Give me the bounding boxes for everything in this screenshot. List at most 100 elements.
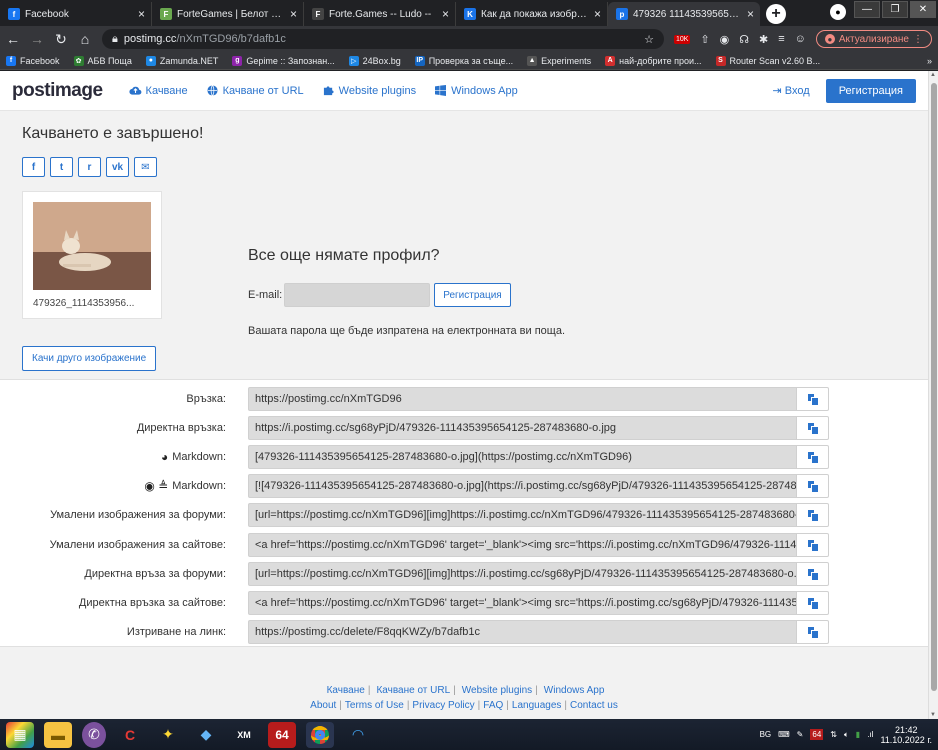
footer-link[interactable]: Website plugins [459, 685, 532, 696]
reload-button[interactable]: ↻ [54, 31, 68, 48]
ccleaner-icon[interactable]: C [116, 722, 144, 748]
footer-link[interactable]: Terms of Use [345, 700, 404, 711]
uploaded-image-thumbnail[interactable] [33, 202, 151, 290]
bookmark-item[interactable]: ▷ 24Box.bg [348, 55, 401, 66]
footer-link[interactable]: About [310, 700, 336, 711]
reading-list-icon[interactable]: ≡ [778, 33, 784, 45]
clock[interactable]: 21:42 11.10.2022 г. [880, 725, 932, 745]
extension-ublock-icon[interactable]: ◉ [720, 33, 730, 46]
upload-another-button[interactable]: Качи друго изображение [22, 346, 157, 371]
new-tab-button[interactable]: + [766, 4, 786, 24]
tab-close-icon[interactable]: × [747, 7, 754, 21]
footer-link[interactable]: Languages [512, 700, 562, 711]
extension-arrow-icon[interactable]: ⇧ [700, 33, 709, 46]
footer-link[interactable]: FAQ [483, 700, 503, 711]
tab-0[interactable]: f Facebook × [0, 2, 152, 26]
login-link[interactable]: ⇥ Вход [773, 84, 810, 97]
tab-close-icon[interactable]: × [138, 7, 145, 21]
file-explorer-icon[interactable]: ▬ [44, 721, 72, 748]
profile-avatar-icon[interactable]: ☺ [795, 33, 806, 45]
pen-icon[interactable]: ✎ [797, 730, 804, 739]
network-tray-icon[interactable]: ⇅ [830, 730, 837, 739]
nav-windows[interactable]: Windows App [434, 85, 518, 97]
page-scrollbar[interactable]: ▲ ▼ [928, 71, 938, 719]
copy-button[interactable] [797, 561, 829, 586]
copy-button[interactable] [797, 386, 829, 411]
close-window-button[interactable]: ✕ [910, 1, 936, 18]
bookmark-star-icon[interactable]: ☆ [644, 33, 654, 46]
volume-icon[interactable]: 🔈︎ [844, 730, 849, 740]
app-yellow-icon[interactable]: ✦ [154, 722, 182, 748]
scroll-up-icon[interactable]: ▲ [930, 72, 936, 78]
nav-cloud-upload[interactable]: Качване [128, 85, 188, 97]
nav-puzzle[interactable]: Website plugins [322, 85, 416, 97]
tab-3[interactable]: K Как да покажа изображен × [456, 2, 608, 26]
media-control-icon[interactable]: ● [830, 4, 846, 20]
scroll-down-icon[interactable]: ▼ [930, 712, 936, 718]
facebook-share-icon[interactable]: f [22, 157, 45, 177]
scrollbar-thumb[interactable] [931, 83, 937, 691]
tab-close-icon[interactable]: × [594, 7, 601, 21]
app-blue-icon[interactable]: ◆ [192, 722, 220, 748]
extension-10k-icon[interactable]: 10K [673, 34, 691, 44]
thumbnail-card[interactable]: 479326_1114353956... [22, 191, 162, 319]
copy-button[interactable] [797, 532, 829, 557]
bookmark-item[interactable]: ● Zamunda.NET [145, 55, 218, 66]
keyboard-icon[interactable]: ⌨ [778, 730, 790, 739]
email-register-button[interactable]: Регистрация [434, 283, 511, 307]
link-value-field[interactable]: https://postimg.cc/nXmTGD96 [248, 386, 797, 411]
vk-share-icon[interactable]: vk [106, 157, 129, 177]
footer-link[interactable]: Contact us [570, 700, 618, 711]
copy-button[interactable] [797, 620, 829, 645]
copy-button[interactable] [797, 444, 829, 469]
home-button[interactable]: ⌂ [78, 31, 92, 47]
chrome-taskbar-icon[interactable] [306, 721, 334, 748]
language-indicator[interactable]: BG [760, 730, 772, 739]
bookmarks-more-button[interactable]: » [927, 56, 932, 66]
battery-icon[interactable]: ▮ [856, 730, 860, 739]
tab-2[interactable]: F Forte.Games -- Ludo -- × [304, 2, 456, 26]
link-value-field[interactable]: [url=https://postimg.cc/nXmTGD96][img]ht… [248, 561, 797, 586]
tab-close-icon[interactable]: × [442, 7, 449, 21]
twitter-share-icon[interactable]: t [50, 157, 73, 177]
back-button[interactable]: ← [6, 31, 20, 47]
tab-1[interactable]: F ForteGames | Белот Играй × [152, 2, 304, 26]
signal-icon[interactable]: .ıl [867, 730, 873, 739]
link-value-field[interactable]: [479326-111435395654125-287483680-o.jpg]… [248, 444, 797, 469]
xm-player-icon[interactable]: XM [230, 722, 258, 748]
forward-button[interactable]: → [30, 31, 44, 47]
postimage-logo[interactable]: postimage [12, 80, 103, 102]
link-value-field[interactable]: [url=https://postimg.cc/nXmTGD96][img]ht… [248, 503, 797, 528]
header-register-button[interactable]: Регистрация [825, 78, 916, 103]
maximize-button[interactable]: ❐ [882, 1, 908, 18]
app-arc-icon[interactable]: ◠ [344, 722, 372, 748]
start-button-icon[interactable]: ▦ [6, 721, 34, 748]
bookmark-item[interactable]: f Facebook [6, 55, 60, 66]
copy-button[interactable] [797, 415, 829, 440]
link-value-field[interactable]: <a href='https://postimg.cc/nXmTGD96' ta… [248, 590, 797, 615]
footer-link[interactable]: Windows App [541, 685, 605, 696]
link-value-field[interactable]: [![479326-111435395654125-287483680-o.jp… [248, 474, 797, 499]
bookmark-item[interactable]: S Router Scan v2.60 B... [715, 55, 820, 66]
bookmark-item[interactable]: g Gepime :: Запознан... [232, 55, 335, 66]
bookmark-item[interactable]: IP Проверка за съще... [414, 55, 513, 66]
footer-link[interactable]: Качване [324, 685, 365, 696]
nav-globe[interactable]: Качване от URL [206, 85, 304, 97]
bookmark-item[interactable]: ▲ Experiments [527, 55, 591, 66]
update-button[interactable]: ● Актуализиране ⋮ [815, 30, 932, 48]
tab-close-icon[interactable]: × [290, 7, 297, 21]
copy-button[interactable] [797, 590, 829, 615]
link-value-field[interactable]: <a href='https://postimg.cc/nXmTGD96' ta… [248, 532, 797, 557]
email-share-icon[interactable]: ✉ [134, 157, 157, 177]
email-input[interactable] [284, 283, 431, 307]
copy-button[interactable] [797, 503, 829, 528]
tab-4[interactable]: p 479326 111435395654125 × [608, 2, 760, 26]
footer-link[interactable]: Качване от URL [373, 685, 450, 696]
link-value-field[interactable]: https://i.postimg.cc/sg68yPjD/479326-111… [248, 415, 797, 440]
link-value-field[interactable]: https://postimg.cc/delete/F8qqKWZy/b7daf… [248, 620, 797, 645]
extension-headset-icon[interactable]: ☊ [739, 33, 749, 46]
copy-button[interactable] [797, 474, 829, 499]
aida64-icon[interactable]: 64 [268, 721, 296, 748]
address-bar[interactable]: 🔒︎ postimg.cc/nXmTGD96/b7dafb1c ☆ [102, 29, 664, 49]
reddit-share-icon[interactable]: r [78, 157, 101, 177]
